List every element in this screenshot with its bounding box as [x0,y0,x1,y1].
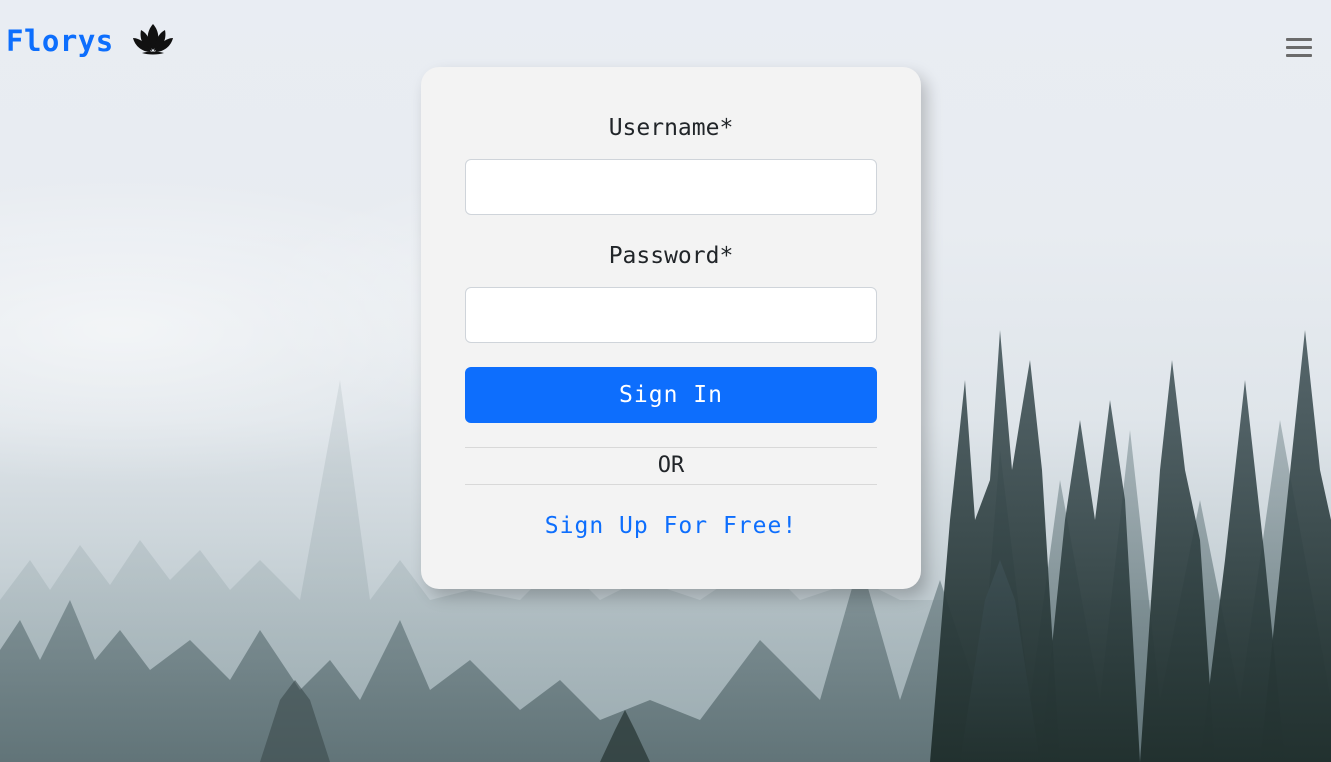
hamburger-menu-icon-bar-top [1286,37,1312,41]
brand-link[interactable]: Florys [6,24,174,58]
brand-name: Florys [6,24,114,58]
sign-up-link[interactable]: Sign Up For Free! [421,513,921,539]
sign-in-button[interactable]: Sign In [465,367,877,423]
password-label: Password* [608,243,734,269]
hamburger-menu-button[interactable] [1280,30,1318,64]
hamburger-menu-icon-bar-middle [1286,45,1312,49]
or-separator-text: OR [657,453,685,478]
login-page: Florys Username* Password* Sign In OR Si… [0,0,1331,762]
username-input[interactable] [465,159,877,215]
login-card: Username* Password* Sign In OR Sign Up F… [421,67,921,589]
password-input[interactable] [465,287,877,343]
divider-top [465,447,877,448]
lotus-flower-icon [132,24,173,55]
divider-bottom [465,484,877,485]
hamburger-menu-icon-bar-bottom [1286,53,1312,57]
username-label: Username* [608,115,734,141]
